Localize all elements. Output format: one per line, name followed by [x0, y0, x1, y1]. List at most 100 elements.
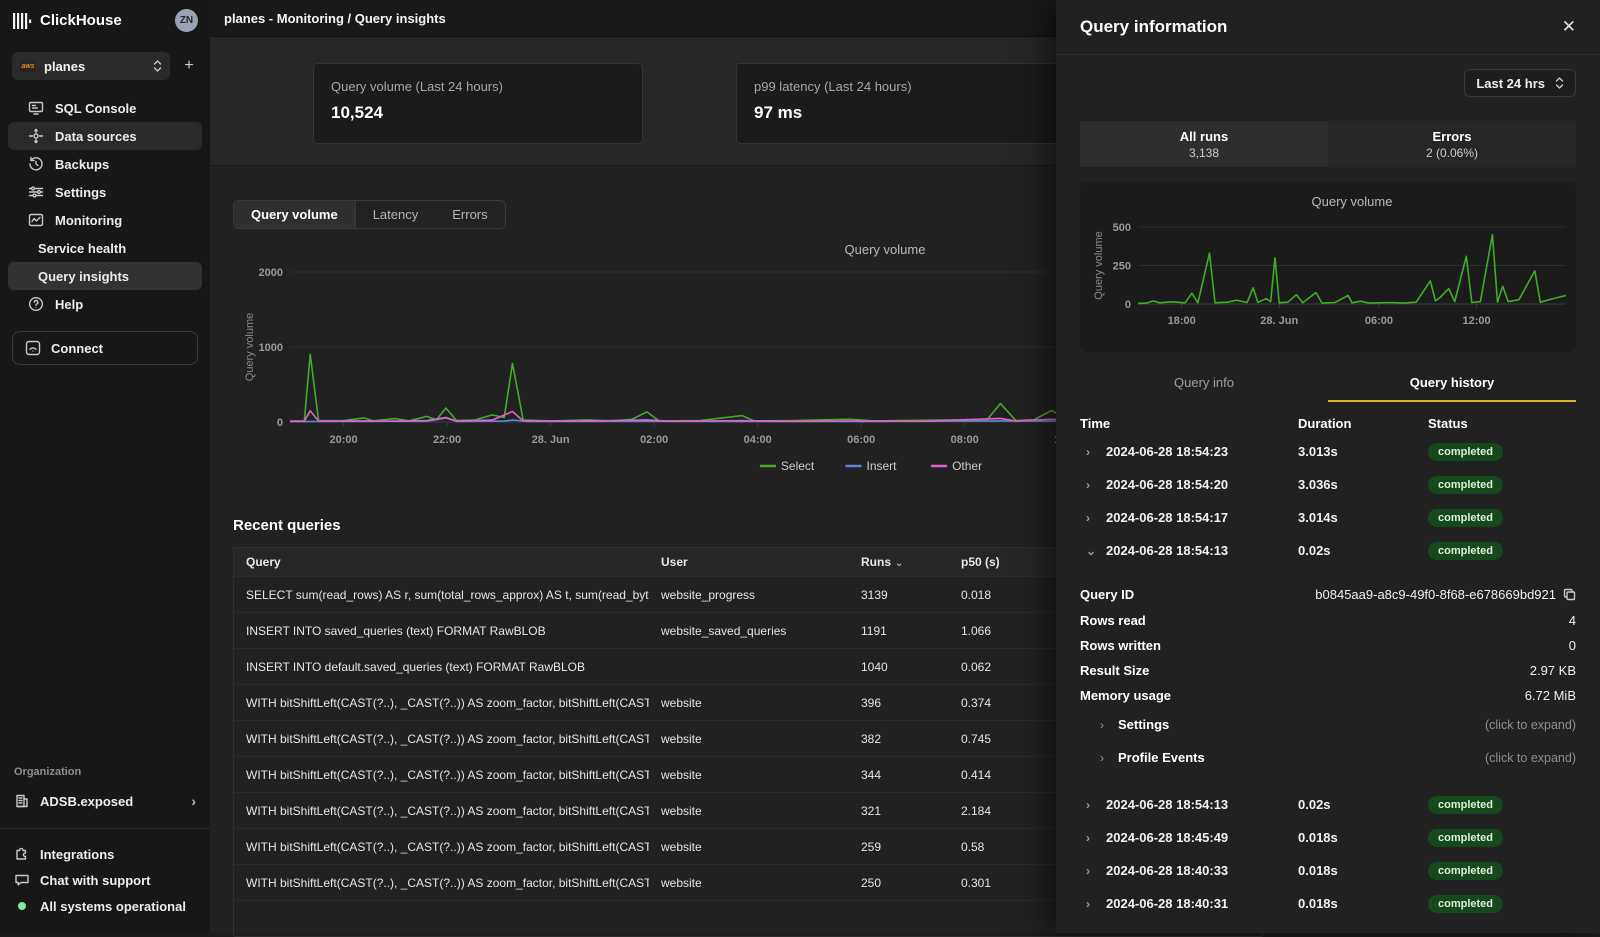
- expandable-section-row[interactable]: › Settings (click to expand): [1080, 708, 1576, 741]
- column-header-status: Status: [1428, 416, 1576, 431]
- history-row[interactable]: ⌄ 2024-06-28 18:54:13 0.02s completed: [1080, 534, 1576, 567]
- backup-restore-icon: [28, 156, 44, 172]
- building-icon: [14, 793, 30, 809]
- status-badge: completed: [1428, 829, 1503, 847]
- chart-tabs: Query volume Latency Errors: [233, 200, 506, 229]
- query-cell: SELECT sum(read_rows) AS r, sum(total_ro…: [234, 588, 649, 602]
- history-row[interactable]: › 2024-06-28 18:40:31 0.018s completed: [1080, 887, 1576, 920]
- time-range-select[interactable]: Last 24 hrs: [1464, 69, 1576, 97]
- svg-text:Query volume: Query volume: [244, 313, 256, 381]
- expand-chevron-icon[interactable]: ›: [1086, 478, 1094, 492]
- tab-query-info[interactable]: Query info: [1080, 367, 1328, 402]
- integrations-link[interactable]: Integrations: [0, 841, 210, 867]
- expand-chevron-icon[interactable]: ›: [1086, 511, 1094, 525]
- history-duration: 3.036s: [1298, 477, 1428, 492]
- history-table-header: Time Duration Status: [1080, 416, 1576, 431]
- expand-chevron-icon[interactable]: ›: [1086, 798, 1094, 812]
- query-cell: WITH bitShiftLeft(CAST(?..), _CAST(?..))…: [234, 732, 649, 746]
- integrations-label: Integrations: [40, 847, 114, 862]
- sidebar-item-label: Monitoring: [55, 213, 122, 228]
- svg-text:1000: 1000: [259, 342, 283, 354]
- connect-label: Connect: [51, 341, 103, 356]
- history-time: 2024-06-28 18:54:13: [1106, 543, 1228, 558]
- organization-switcher[interactable]: ADSB.exposed ›: [14, 788, 196, 814]
- sidebar-item-service-health[interactable]: Service health: [8, 234, 202, 262]
- sidebar-item-settings[interactable]: Settings: [8, 178, 202, 206]
- connect-icon: [25, 340, 41, 356]
- history-time: 2024-06-28 18:40:31: [1106, 896, 1228, 911]
- query-cell: WITH bitShiftLeft(CAST(?..), _CAST(?..))…: [234, 876, 649, 890]
- svg-text:28. Jun: 28. Jun: [532, 434, 570, 446]
- stat-card-query-volume: Query volume (Last 24 hours) 10,524: [313, 63, 643, 144]
- column-header-time: Time: [1080, 416, 1298, 431]
- history-row[interactable]: › 2024-06-28 18:54:17 3.014s completed: [1080, 501, 1576, 534]
- chevron-right-icon: ›: [191, 793, 196, 809]
- sidebar-item-backups[interactable]: Backups: [8, 150, 202, 178]
- history-duration: 0.02s: [1298, 543, 1428, 558]
- expand-chevron-icon[interactable]: ›: [1086, 864, 1094, 878]
- sidebar-item-label: Settings: [55, 185, 106, 200]
- column-header-duration: Duration: [1298, 416, 1428, 431]
- runs-cell: 344: [849, 768, 949, 782]
- expand-chevron-icon[interactable]: ›: [1086, 445, 1094, 459]
- runs-errors-segmented: All runs 3,138 Errors 2 (0.06%): [1080, 121, 1576, 167]
- chat-bubble-icon: [14, 872, 30, 888]
- history-duration: 0.02s: [1298, 797, 1428, 812]
- svg-text:08:00: 08:00: [951, 434, 979, 446]
- updown-chevron-icon: [153, 59, 162, 73]
- workspace-selector[interactable]: aws planes: [12, 52, 170, 80]
- tab-latency[interactable]: Latency: [356, 201, 436, 228]
- svg-text:12:00: 12:00: [1462, 315, 1490, 327]
- tab-query-volume[interactable]: Query volume: [234, 201, 356, 228]
- close-icon[interactable]: ✕: [1562, 17, 1576, 37]
- sidebar-item-label: Service health: [38, 241, 126, 256]
- expandable-section-row[interactable]: › Profile Events (click to expand): [1080, 741, 1576, 774]
- tab-errors[interactable]: Errors: [435, 201, 504, 228]
- expand-chevron-icon[interactable]: ›: [1086, 831, 1094, 845]
- sidebar-item-query-insights[interactable]: Query insights: [8, 262, 202, 290]
- status-badge: completed: [1428, 476, 1503, 494]
- clickhouse-logo-icon: [12, 12, 32, 30]
- copy-icon[interactable]: [1563, 588, 1576, 601]
- sidebar-item-monitoring[interactable]: Monitoring: [8, 206, 202, 234]
- expand-hint: (click to expand): [1485, 718, 1576, 732]
- segment-errors[interactable]: Errors 2 (0.06%): [1328, 121, 1576, 167]
- mini-chart-card: Query volumeQuery volume025050018:0028. …: [1080, 182, 1576, 352]
- column-header-query[interactable]: Query: [234, 555, 649, 569]
- svg-text:Query volume: Query volume: [1093, 231, 1105, 299]
- history-row[interactable]: › 2024-06-28 18:54:20 3.036s completed: [1080, 468, 1576, 501]
- system-status-link[interactable]: All systems operational: [0, 893, 210, 919]
- history-row[interactable]: › 2024-06-28 18:54:13 0.02s completed: [1080, 788, 1576, 821]
- history-row[interactable]: › 2024-06-28 18:40:33 0.018s completed: [1080, 854, 1576, 887]
- column-header-user[interactable]: User: [649, 555, 849, 569]
- segment-all-runs[interactable]: All runs 3,138: [1080, 121, 1328, 167]
- user-avatar[interactable]: ZN: [175, 9, 198, 32]
- column-header-runs[interactable]: Runs⌄: [849, 555, 949, 569]
- detail-value: 4: [1569, 613, 1576, 628]
- runs-cell: 259: [849, 840, 949, 854]
- connect-button[interactable]: Connect: [12, 331, 198, 365]
- chat-support-link[interactable]: Chat with support: [0, 867, 210, 893]
- expand-chevron-icon[interactable]: ›: [1086, 897, 1094, 911]
- history-row[interactable]: › 2024-06-28 18:54:23 3.013s completed: [1080, 435, 1576, 468]
- history-time: 2024-06-28 18:54:17: [1106, 510, 1228, 525]
- detail-label: Rows read: [1080, 613, 1146, 628]
- sidebar-item-data-sources[interactable]: Data sources: [8, 122, 202, 150]
- history-row[interactable]: › 2024-06-28 18:45:49 0.018s completed: [1080, 821, 1576, 854]
- add-workspace-button[interactable]: +: [180, 57, 198, 75]
- sidebar-item-help[interactable]: Help: [8, 290, 202, 318]
- expand-chevron-icon[interactable]: ⌄: [1086, 544, 1094, 558]
- svg-text:22:00: 22:00: [433, 434, 461, 446]
- status-badge: completed: [1428, 443, 1503, 461]
- sidebar-item-label: Backups: [55, 157, 109, 172]
- svg-text:Query volume: Query volume: [845, 242, 926, 257]
- workspace-name: planes: [44, 59, 145, 74]
- tab-query-history[interactable]: Query history: [1328, 367, 1576, 402]
- query-detail-section: Query ID b0845aa9-a8c9-49f0-8f68-e678669…: [1080, 581, 1576, 774]
- svg-text:Other: Other: [952, 459, 982, 473]
- history-time: 2024-06-28 18:54:20: [1106, 477, 1228, 492]
- status-badge: completed: [1428, 862, 1503, 880]
- updown-chevron-icon: [1555, 76, 1564, 90]
- detail-value: 0: [1569, 638, 1576, 653]
- sidebar-item-sql-console[interactable]: SQL Console: [8, 94, 202, 122]
